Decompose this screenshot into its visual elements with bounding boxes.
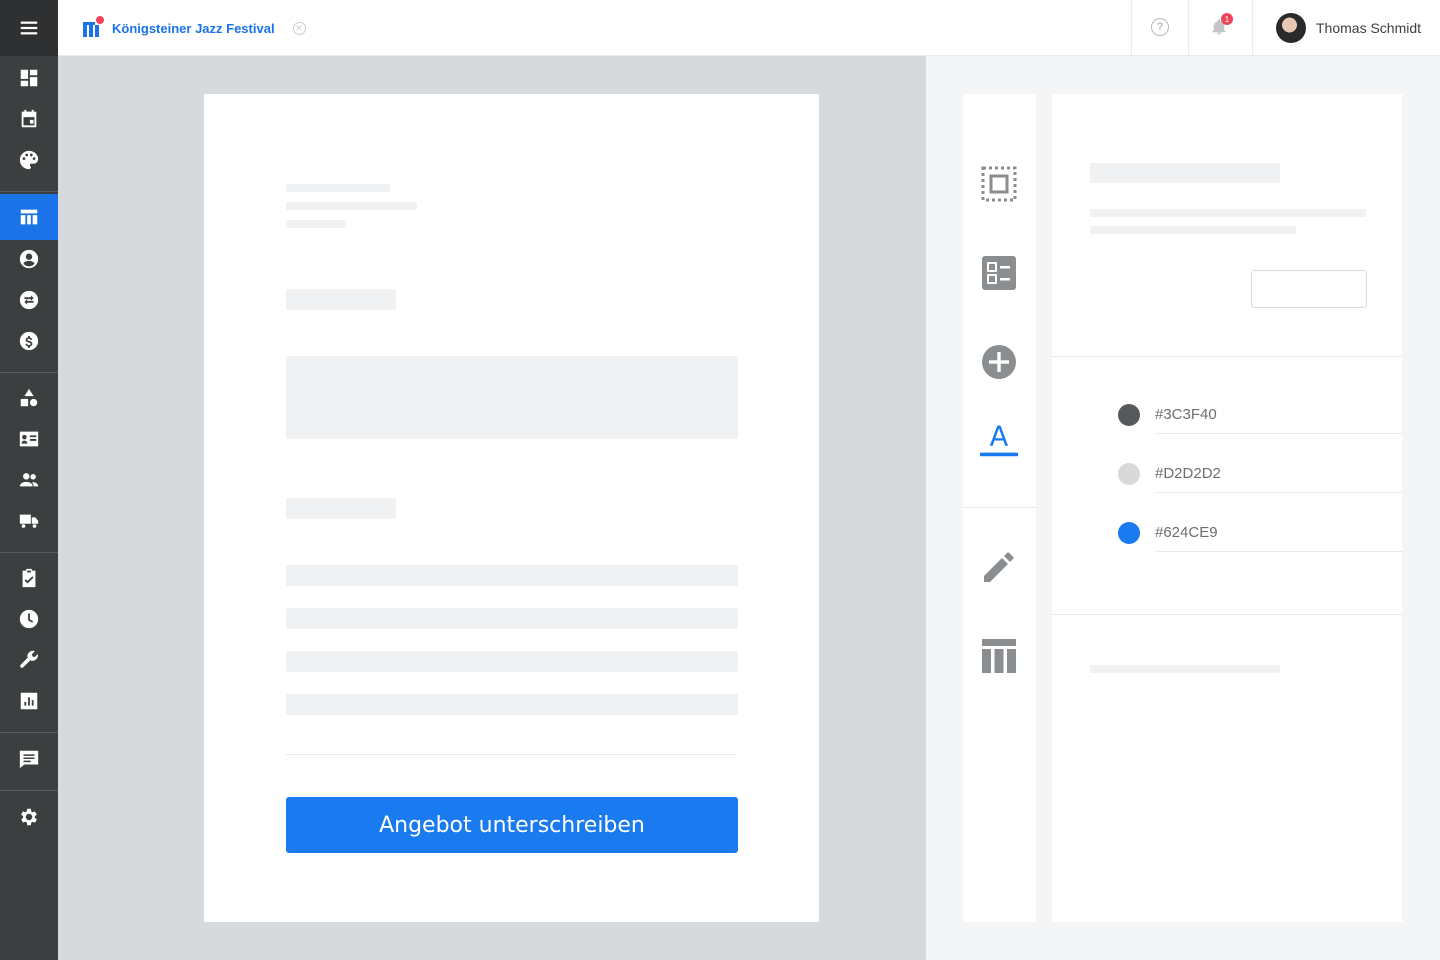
palette-icon [19,150,39,170]
sidebar-item-chart[interactable] [0,681,58,721]
avatar [1276,13,1306,43]
sidebar-item-calendar[interactable] [0,99,58,139]
menu-button[interactable] [0,0,58,56]
sidebar-item-clock[interactable] [0,599,58,639]
sidebar-item-people[interactable] [0,460,58,500]
settings-icon [21,808,37,826]
placeholder-block [286,356,738,439]
select-area-icon [981,166,1017,202]
sidebar-item-table[interactable] [0,194,58,240]
columns-icon [982,639,1016,673]
top-bar: Königsteiner Jazz Festival ✕ ? 1 Thomas … [58,0,1440,56]
swap-icon [19,290,39,310]
sidebar-item-dollar[interactable] [0,321,58,361]
placeholder-line [1090,209,1366,217]
message-icon [19,750,39,769]
sidebar-item-swap[interactable] [0,280,58,320]
color-swatch [1118,463,1140,485]
pen-icon [984,552,1014,582]
color-swatch [1118,404,1140,426]
toolbar-divider [963,507,1036,508]
placeholder-heading [286,498,396,519]
divider [286,754,736,755]
placeholder-line [1090,226,1296,234]
tool-columns[interactable] [979,636,1019,676]
truck-icon [19,514,39,528]
tool-select-area[interactable] [979,164,1019,204]
user-icon [19,249,39,269]
color-hex: #624CE9 [1155,524,1218,541]
contact-card-icon [19,431,39,447]
color-hex: #3C3F40 [1155,406,1217,423]
notifications-button[interactable]: 1 [1208,13,1233,38]
wrench-icon [20,650,38,668]
document-page: Angebot unterschreiben [204,94,819,922]
chart-icon [20,692,38,710]
placeholder-row [286,565,738,586]
placeholder-line [286,202,417,210]
placeholder-row [286,608,738,629]
sidebar-item-dashboard[interactable] [0,58,58,98]
placeholder-row [286,694,738,715]
calendar-icon [21,109,37,128]
placeholder-line [1090,665,1280,673]
notification-badge: 1 [1221,13,1233,25]
placeholder-line [286,220,346,228]
app-logo-icon [82,16,104,37]
clock-icon [19,609,39,629]
color-option[interactable]: #D2D2D2 [1118,454,1402,494]
value-input[interactable] [1251,270,1367,308]
close-tab-icon[interactable]: ✕ [292,21,306,35]
dashboard-icon [20,69,38,87]
sign-offer-button[interactable]: Angebot unterschreiben [286,797,738,853]
tool-bar: A [963,94,1036,922]
sidebar-item-settings[interactable] [0,797,58,837]
color-swatch [1118,522,1140,544]
people-icon [19,473,39,487]
tool-form-elements[interactable] [979,253,1019,293]
add-circle-icon [982,345,1016,379]
sidebar-item-contact-card[interactable] [0,419,58,459]
tool-add[interactable] [979,342,1019,382]
panel-divider [1052,356,1402,357]
color-option[interactable]: #3C3F40 [1118,395,1402,435]
help-icon: ? [1151,18,1169,36]
user-menu[interactable]: Thomas Schmidt [1276,12,1421,44]
sidebar-item-wrench[interactable] [0,640,58,680]
color-hex: #D2D2D2 [1155,465,1221,482]
color-option[interactable]: #624CE9 [1118,513,1402,553]
svg-text:A: A [990,421,1009,452]
sidebar-item-palette[interactable] [0,140,58,180]
table-icon [20,209,38,225]
sidebar-item-clipboard[interactable] [0,558,58,598]
placeholder-heading [286,289,396,310]
tool-pen[interactable] [979,547,1019,587]
placeholder-row [286,651,738,672]
clipboard-check-icon [22,568,36,588]
sidebar [0,0,58,960]
sidebar-item-truck[interactable] [0,501,58,541]
sidebar-item-user[interactable] [0,239,58,279]
user-name: Thomas Schmidt [1316,20,1422,36]
properties-panel: #3C3F40 #D2D2D2 #624CE9 [1052,94,1402,922]
tool-text-color[interactable]: A [979,416,1019,462]
panel-divider [1052,614,1402,615]
project-tab[interactable]: Königsteiner Jazz Festival ✕ [82,14,306,42]
menu-icon [20,21,38,35]
sidebar-item-shapes[interactable] [0,378,58,418]
form-elements-icon [982,256,1016,290]
placeholder-line [286,184,390,192]
text-color-icon: A [979,421,1019,457]
tab-title: Königsteiner Jazz Festival [112,20,275,36]
dollar-icon [19,331,39,351]
help-button[interactable]: ? [1149,16,1171,38]
sidebar-item-messages[interactable] [0,739,58,779]
shapes-icon [20,388,38,407]
placeholder-heading [1090,163,1280,183]
